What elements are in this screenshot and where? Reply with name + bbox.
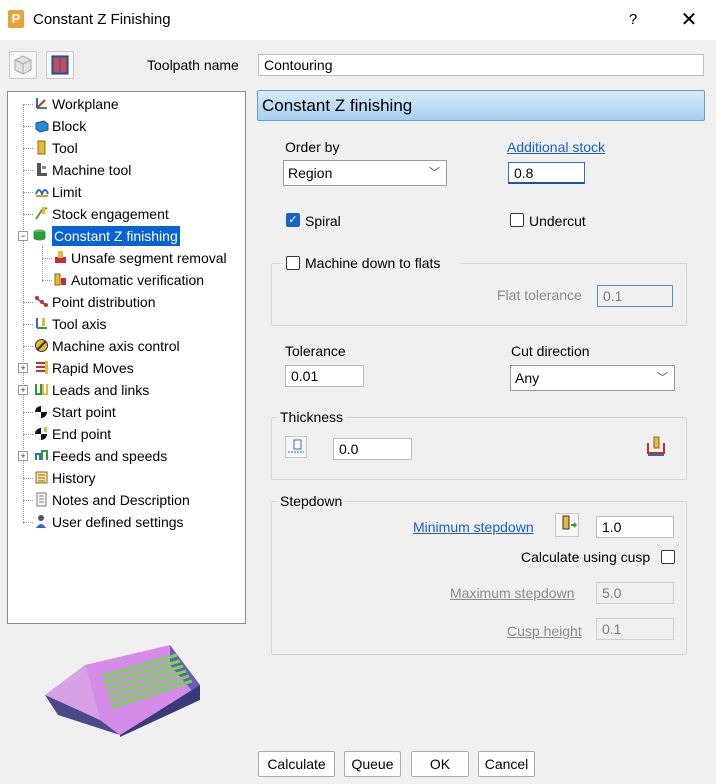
cusp-height-link: Cusp height (507, 623, 582, 639)
notes-icon (36, 492, 47, 507)
spiral-label: Spiral (305, 213, 341, 229)
expand-icon[interactable]: + (18, 385, 28, 395)
block-icon (35, 120, 49, 133)
window-title: Constant Z Finishing (33, 11, 171, 28)
tree-item-tool-axis[interactable]: Tool axis (8, 314, 243, 334)
queue-button[interactable]: Queue (344, 751, 401, 777)
help-button[interactable]: ? (622, 8, 644, 32)
stepdown-icon (562, 515, 577, 530)
component-thickness-button[interactable] (645, 435, 667, 457)
machine-down-label: Machine down to flats (305, 255, 441, 271)
cube-icon[interactable] (9, 51, 37, 79)
machine-axis-icon (35, 339, 48, 352)
spiral-checkbox[interactable]: ✓ (286, 213, 300, 227)
tree-item-machine-axis-control[interactable]: Machine axis control (8, 336, 243, 356)
maximum-stepdown-input: 5.0 (596, 582, 674, 604)
undercut-checkbox[interactable] (510, 213, 524, 227)
expand-icon[interactable]: + (18, 363, 28, 373)
close-button[interactable]: ✕ (676, 8, 702, 32)
app-icon: P (8, 10, 24, 28)
stepdown-settings-button[interactable] (555, 513, 579, 537)
tree-item-block[interactable]: Block (8, 116, 243, 136)
tree-item-user-defined-settings[interactable]: User defined settings (8, 512, 243, 532)
tree-item-constant-z-finishing[interactable]: − Constant Z finishing (8, 226, 243, 246)
machine-tool-icon (37, 163, 47, 176)
feeds-speeds-icon (35, 450, 48, 460)
order-by-label: Order by (285, 139, 340, 155)
limit-icon (35, 189, 49, 197)
maximum-stepdown-link: Maximum stepdown (450, 585, 575, 601)
tree-item-leads-and-links[interactable]: + Leads and links (8, 380, 243, 400)
tolerance-input[interactable]: 0.01 (285, 365, 364, 387)
additional-stock-input[interactable]: 0.8 (508, 162, 585, 184)
calculate-using-cusp-checkbox[interactable] (661, 550, 675, 564)
tree-item-end-point[interactable]: End point (8, 424, 243, 444)
tree-item-limit[interactable]: Limit (8, 182, 243, 202)
tree-item-feeds-and-speeds[interactable]: + Feeds and speeds (8, 446, 243, 466)
unsafe-segment-icon (55, 251, 66, 263)
tool-axis-icon (36, 318, 47, 329)
stock-engagement-icon (35, 207, 48, 220)
start-point-icon (35, 406, 47, 418)
additional-stock-link[interactable]: Additional stock (507, 139, 605, 155)
rapid-moves-icon (36, 361, 48, 374)
expand-icon[interactable]: + (18, 451, 28, 461)
toolpath-settings-tree: Workplane Block Tool Machine tool Limit … (7, 91, 246, 624)
tree-item-stock-engagement[interactable]: Stock engagement (8, 204, 243, 224)
flat-tolerance-label: Flat tolerance (497, 287, 582, 303)
tree-item-notes-and-description[interactable]: Notes and Description (8, 490, 243, 510)
tree-item-history[interactable]: History (8, 468, 243, 488)
tolerance-label: Tolerance (285, 343, 346, 359)
undercut-label: Undercut (529, 213, 586, 229)
cancel-button[interactable]: Cancel (478, 751, 535, 777)
thickness-mode-button[interactable] (285, 436, 307, 458)
tree-item-workplane[interactable]: Workplane (8, 94, 243, 114)
constant-z-icon (33, 229, 46, 241)
thickness-icon (288, 439, 304, 453)
tree-item-unsafe-segment-removal[interactable]: Unsafe segment removal (8, 248, 243, 268)
tree-item-machine-tool[interactable]: Machine tool (8, 160, 243, 180)
ok-button[interactable]: OK (411, 751, 469, 777)
minimum-stepdown-input[interactable]: 1.0 (596, 516, 674, 538)
end-point-icon (35, 427, 47, 440)
leads-links-icon (35, 384, 48, 395)
point-distribution-icon (35, 296, 48, 307)
verification-icon (54, 273, 66, 286)
tree-item-start-point[interactable]: Start point (8, 402, 243, 422)
thickness-input[interactable]: 0.0 (333, 438, 412, 460)
tool-icon (37, 140, 46, 155)
toolpath-name-label: Toolpath name (147, 57, 239, 73)
chevron-down-icon: ﹀ (657, 372, 668, 384)
order-by-select[interactable]: Region ﹀ (283, 160, 447, 186)
flat-tolerance-input[interactable]: 0.1 (597, 285, 673, 307)
tree-item-tool[interactable]: Tool (8, 138, 243, 158)
calculate-using-cusp-label: Calculate using cusp (521, 549, 651, 565)
toolpath-name-input[interactable] (258, 54, 704, 76)
thickness-label: Thickness (277, 409, 347, 425)
history-icon (35, 471, 48, 484)
cut-direction-select[interactable]: Any ﹀ (510, 365, 675, 391)
tree-item-point-distribution[interactable]: Point distribution (8, 292, 243, 312)
calculate-button[interactable]: Calculate (258, 751, 335, 777)
cusp-height-input: 0.1 (596, 618, 674, 640)
tree-item-rapid-moves[interactable]: + Rapid Moves (8, 358, 243, 378)
machine-down-checkbox[interactable] (286, 256, 300, 270)
cut-direction-label: Cut direction (511, 343, 590, 359)
collapse-icon[interactable]: − (18, 231, 28, 241)
chevron-down-icon: ﹀ (429, 167, 440, 179)
section-header: Constant Z finishing (257, 90, 705, 121)
preview-icon[interactable] (46, 51, 74, 79)
tree-item-automatic-verification[interactable]: Automatic verification (8, 270, 243, 290)
toolpath-preview-image (45, 645, 200, 737)
component-thickness-icon (647, 436, 665, 456)
user-settings-icon (36, 515, 46, 528)
workplane-icon (36, 98, 47, 109)
stepdown-label: Stepdown (277, 493, 346, 509)
minimum-stepdown-link[interactable]: Minimum stepdown (413, 519, 534, 535)
